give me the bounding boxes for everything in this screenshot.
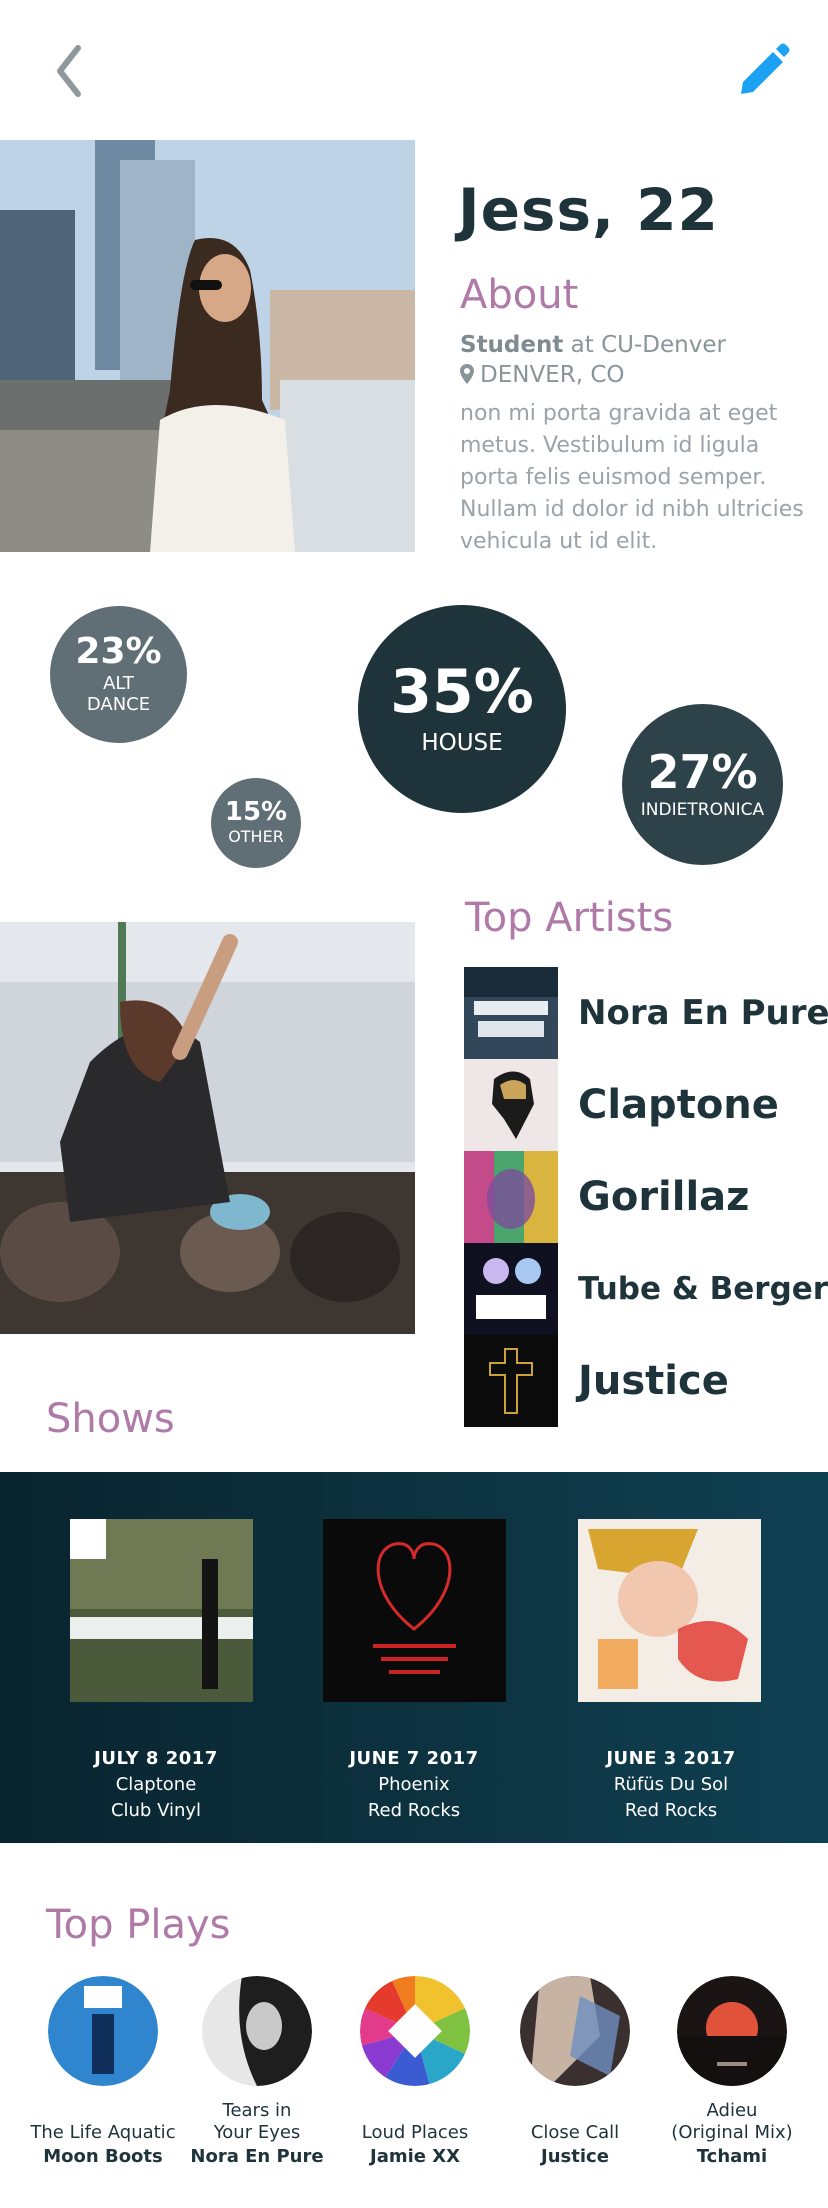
genre-label: INDIETRONICA: [640, 799, 765, 820]
artist-name: Justice: [578, 1358, 729, 1404]
artist-row[interactable]: Nora En Pure: [464, 967, 828, 1059]
play-item[interactable]: Tears in Your Eyes Nora En Pure: [177, 1976, 337, 2167]
top-plays-heading: Top Plays: [46, 1902, 231, 1948]
album-art: [360, 1976, 470, 2086]
artist-name: Claptone: [578, 1082, 779, 1128]
play-title: Adieu (Original Mix): [671, 2100, 793, 2143]
genre-bubble-house[interactable]: 35% HOUSE: [358, 605, 566, 813]
show-venue: Red Rocks: [367, 1800, 461, 1821]
show-venue: Club Vinyl: [110, 1800, 202, 1821]
genre-label: OTHER: [228, 827, 284, 847]
show-poster: [578, 1519, 761, 1702]
genre-label: HOUSE: [421, 729, 503, 756]
artist-row[interactable]: Justice: [464, 1335, 824, 1427]
play-artist: Justice: [541, 2146, 609, 2167]
artist-row[interactable]: Claptone: [464, 1059, 824, 1151]
play-artist: Nora En Pure: [190, 2146, 324, 2167]
genre-bubble-alt-dance[interactable]: 23% ALT DANCE: [50, 606, 187, 743]
genre-percent: 27%: [647, 744, 758, 799]
occupation-role: Student: [460, 332, 564, 358]
show-artist: Rüfüs Du Sol: [613, 1774, 729, 1795]
play-artist: Tchami: [696, 2146, 768, 2167]
play-artist: Moon Boots: [43, 2146, 163, 2167]
show-date: JULY 8 2017: [94, 1748, 218, 1769]
artist-thumbnail: [464, 1243, 558, 1335]
genre-label: ALT DANCE: [86, 672, 151, 715]
show-poster: [323, 1519, 506, 1702]
edit-button[interactable]: [735, 40, 791, 98]
play-title: Tears in Your Eyes: [213, 2100, 301, 2143]
map-pin-icon: [460, 364, 474, 384]
artist-row[interactable]: Tube & Berger: [464, 1243, 828, 1335]
bio-text: non mi porta gravida at eget metus. Vest…: [460, 401, 804, 554]
genre-percent: 15%: [224, 797, 288, 828]
artist-name: Tube & Berger: [578, 1271, 828, 1307]
album-art: [48, 1976, 158, 2086]
chevron-left-icon: [57, 45, 81, 97]
artist-thumbnail: [464, 1151, 558, 1243]
album-art: [520, 1976, 630, 2086]
artist-row[interactable]: Gorillaz: [464, 1151, 824, 1243]
shows-heading: Shows: [46, 1396, 175, 1442]
pencil-icon: [741, 43, 790, 94]
show-artist: Claptone: [115, 1774, 197, 1795]
artist-name: Nora En Pure: [578, 993, 828, 1033]
genre-percent: 23%: [75, 630, 162, 672]
play-item[interactable]: The Life Aquatic Moon Boots: [23, 1976, 183, 2167]
album-art: [202, 1976, 312, 2086]
show-artist: Phoenix: [378, 1774, 450, 1795]
about-heading: About: [460, 272, 579, 318]
location-text: DENVER, CO: [480, 362, 625, 388]
genre-bubble-indietronica[interactable]: 27% INDIETRONICA: [622, 704, 783, 865]
concert-photo: [0, 922, 415, 1334]
shows-strip: JULY 8 2017 Claptone Club Vinyl JUNE 7 2…: [0, 1472, 828, 1843]
genre-bubble-other[interactable]: 15% OTHER: [211, 778, 301, 868]
play-artist: Jamie XX: [370, 2146, 460, 2167]
play-title: Loud Places: [361, 2122, 469, 2143]
play-item[interactable]: Close Call Justice: [495, 1976, 655, 2167]
artist-thumbnail: [464, 1335, 558, 1427]
back-button[interactable]: [50, 42, 92, 100]
genre-percent: 35%: [390, 656, 534, 727]
location: DENVER, CO: [460, 362, 624, 388]
show-venue: Red Rocks: [624, 1800, 718, 1821]
play-item[interactable]: Loud Places Jamie XX: [335, 1976, 495, 2167]
show-date: JUNE 3 2017: [606, 1748, 736, 1769]
album-art: [677, 1976, 787, 2086]
play-title: Close Call: [530, 2122, 620, 2143]
show-date: JUNE 7 2017: [349, 1748, 479, 1769]
play-title: The Life Aquatic: [30, 2122, 176, 2143]
artist-name: Gorillaz: [578, 1174, 750, 1220]
occupation-school: at CU-Denver: [563, 332, 726, 358]
profile-photo: [0, 140, 415, 552]
occupation: Student at CU-Denver: [460, 332, 726, 358]
artist-thumbnail: [464, 967, 558, 1059]
show-poster: [70, 1519, 253, 1702]
top-artists-heading: Top Artists: [465, 895, 674, 941]
play-item[interactable]: Adieu (Original Mix) Tchami: [652, 1976, 812, 2167]
artist-thumbnail: [464, 1059, 558, 1151]
profile-name: Jess, 22: [458, 176, 719, 244]
